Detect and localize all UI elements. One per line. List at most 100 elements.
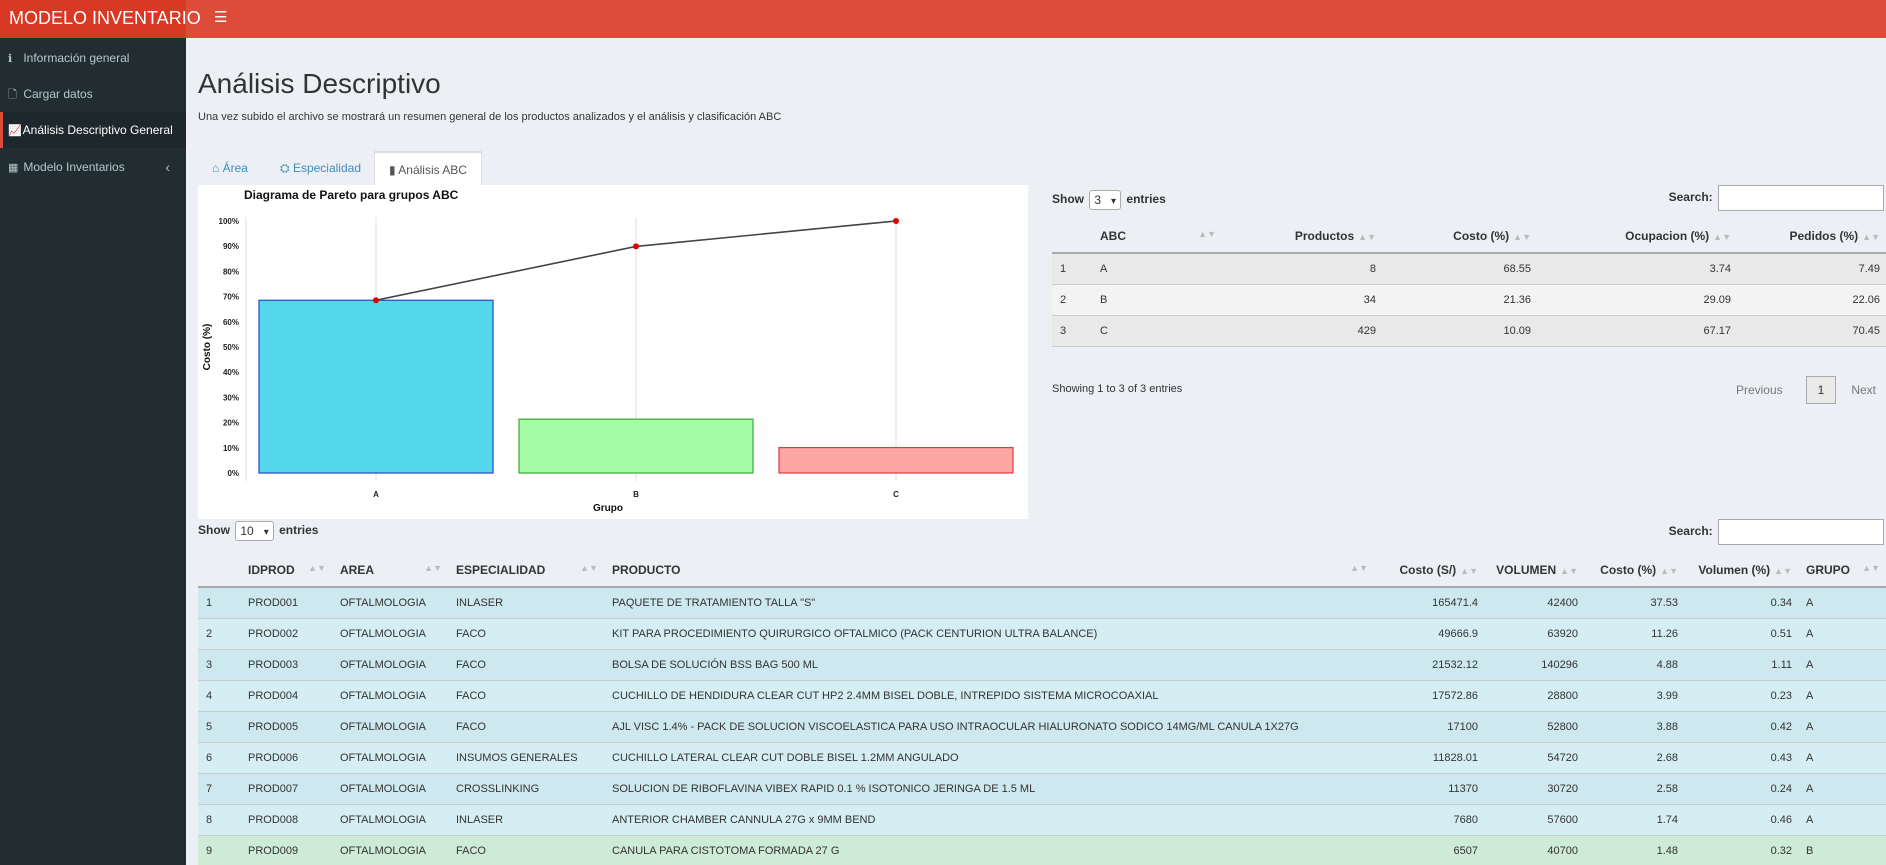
app-logo-title[interactable]: MODELO INVENTARIO [0,0,201,38]
tab-area[interactable]: ⌂ Área [198,151,262,185]
table-cell: OFTALMOLOGIA [332,773,448,805]
column-header[interactable] [198,553,240,588]
y-axis-label: Costo (%) [202,324,213,371]
table-cell: SOLUCION DE RIBOFLAVINA VIBEX RAPID 0.1 … [604,773,1374,805]
entries-select[interactable]: 10 ▾ [235,521,274,541]
tab-label: Especialidad [292,161,361,175]
x-tick-label: A [373,490,379,499]
pagination-previous[interactable]: Previous [1736,383,1783,397]
column-header-costo[interactable]: Costo (%) ▲▼ [1382,219,1537,254]
y-tick-label: 60% [223,318,239,327]
column-header[interactable]: Volumen (%) ▲▼ [1684,553,1798,588]
table-cell: A [1798,587,1886,619]
sidebar-toggle-icon[interactable]: ☰ [214,8,227,28]
table-cell: BOLSA DE SOLUCIÓN BSS BAG 500 ML [604,649,1374,681]
sort-icon: ▲▼ [424,562,442,573]
column-header-ocupacion[interactable]: Ocupacion (%) ▲▼ [1537,219,1737,254]
sort-icon: ▲▼ [1358,231,1376,242]
sidebar-item-label: Modelo Inventarios [23,160,125,174]
search-label: Search: [1668,190,1713,205]
table-cell: 140296 [1484,649,1584,681]
table-row[interactable]: 4 PROD004 OFTALMOLOGIA FACO CUCHILLO DE HEND… [198,680,1886,712]
sidebar-item-informacion-general[interactable]: ℹ Información general [0,40,186,76]
table-row[interactable]: 2 PROD002 OFTALMOLOGIA FACO KIT PARA PROCEDI… [198,618,1886,650]
y-tick-label: 0% [227,469,239,478]
products-table-widget: Show 10 ▾ entries Search: IDPROD ▲▼ AREA ▲▼ E… [198,519,1886,865]
column-header-index[interactable] [1052,219,1092,254]
table-cell: B [1092,284,1222,316]
table-row[interactable]: 5 PROD005 OFTALMOLOGIA FACO AJL VISC 1.4% - … [198,711,1886,743]
table-row[interactable]: 9 PROD009 OFTALMOLOGIA FACO CANULA PARA CIST… [198,835,1886,865]
sidebar-item-analisis-descriptivo[interactable]: 📈 Análisis Descriptivo General [0,112,186,148]
sidebar-item-label: Análisis Descriptivo General [22,123,173,137]
y-tick-label: 50% [223,343,239,352]
bar-chart-icon: ▮ [389,163,396,177]
table-row[interactable]: 8 PROD008 OFTALMOLOGIA INLASER ANTERIOR CHAM… [198,804,1886,836]
column-header[interactable]: AREA ▲▼ [332,553,448,588]
tab-label: Área [222,161,248,175]
column-header-productos[interactable]: Productos ▲▼ [1222,219,1382,254]
tab-label: Análisis ABC [398,163,467,177]
table-row[interactable]: 3 PROD003 OFTALMOLOGIA FACO BOLSA DE SOLUCIÓ… [198,649,1886,681]
table-cell: 429 [1222,315,1382,347]
column-header-pedidos[interactable]: Pedidos (%) ▲▼ [1737,219,1886,254]
column-header[interactable]: Costo (%) ▲▼ [1584,553,1684,588]
sort-icon: ▲▼ [1660,565,1678,576]
search-input[interactable] [1718,185,1884,211]
table-row[interactable]: 1 A 8 68.55 3.74 7.49 [1052,253,1886,285]
column-header[interactable]: PRODUCTO ▲▼ [604,553,1374,588]
table-row[interactable]: 1 PROD001 OFTALMOLOGIA INLASER PAQUETE DE TR… [198,587,1886,619]
pagination-page[interactable]: 1 [1805,376,1836,404]
column-header[interactable]: Costo (S/) ▲▼ [1374,553,1484,588]
table-cell: INSUMOS GENERALES [448,742,604,774]
table-cell: 28800 [1484,680,1584,712]
column-header[interactable]: IDPROD ▲▼ [240,553,332,588]
sort-icon: ▲▼ [1560,565,1578,576]
length-control: Show 3 ▾ entries [1052,190,1166,210]
column-header-abc[interactable]: ABC ▲▼ [1092,219,1222,254]
products-table: IDPROD ▲▼ AREA ▲▼ ESPECIALIDAD ▲▼ PRODUCTO ▲▼ Co… [198,553,1886,865]
table-cell: B [1798,835,1886,865]
table-cell: 30720 [1484,773,1584,805]
bar-b [518,418,754,474]
table-row[interactable]: 6 PROD006 OFTALMOLOGIA INSUMOS GENERALES CUC… [198,742,1886,774]
sidebar-item-cargar-datos[interactable]: 🗋 Cargar datos [0,76,186,112]
column-label: ESPECIALIDAD [456,562,546,577]
entries-select[interactable]: 3 ▾ [1089,190,1122,210]
cubes-icon: ▦ [8,162,19,174]
tab-analisis-abc[interactable]: ▮ Análisis ABC [374,151,482,185]
column-header[interactable]: GRUPO ▲▼ [1798,553,1886,588]
column-label: GRUPO [1806,562,1851,577]
table-cell: OFTALMOLOGIA [332,835,448,865]
table-cell: A [1798,742,1886,774]
table-cell: 9 [198,835,240,865]
table-cell: 8 [198,804,240,836]
bar-c [778,446,1014,474]
abc-table: ABC ▲▼ Productos ▲▼ Costo (%) ▲▼ Ocupacion … [1052,219,1886,347]
y-tick-label: 100% [219,217,239,226]
column-header[interactable]: ESPECIALIDAD ▲▼ [448,553,604,588]
search-input[interactable] [1718,519,1884,545]
tab-especialidad[interactable]: ⛭ Especialidad [266,151,375,185]
table-row[interactable]: 7 PROD007 OFTALMOLOGIA CROSSLINKING SOLUCION… [198,773,1886,805]
table-cell: 21532.12 [1374,649,1484,681]
table-cell: OFTALMOLOGIA [332,649,448,681]
table-cell: 7 [198,773,240,805]
chevron-down-icon: ▾ [263,527,269,538]
table-cell: 3 [1052,315,1092,347]
table-cell: PROD007 [240,773,332,805]
table-cell: OFTALMOLOGIA [332,587,448,619]
table-cell: 34 [1222,284,1382,316]
search-control: Search: [1669,185,1884,211]
table-cell: 22.06 [1737,284,1886,316]
column-header[interactable]: VOLUMEN ▲▼ [1484,553,1584,588]
table-row[interactable]: 3 C 429 10.09 67.17 70.45 [1052,315,1886,347]
pagination-next[interactable]: Next [1851,383,1876,397]
sidebar-item-modelo-inventarios[interactable]: ▦ Modelo Inventarios ‹ [0,149,186,185]
table-row[interactable]: 2 B 34 21.36 29.09 22.06 [1052,284,1886,316]
cubes-icon: ⛭ [280,161,290,175]
x-tick-label: B [633,490,639,499]
table-cell: 0.51 [1684,618,1798,650]
table-cell: 3.99 [1584,680,1684,712]
table-cell: A [1798,804,1886,836]
